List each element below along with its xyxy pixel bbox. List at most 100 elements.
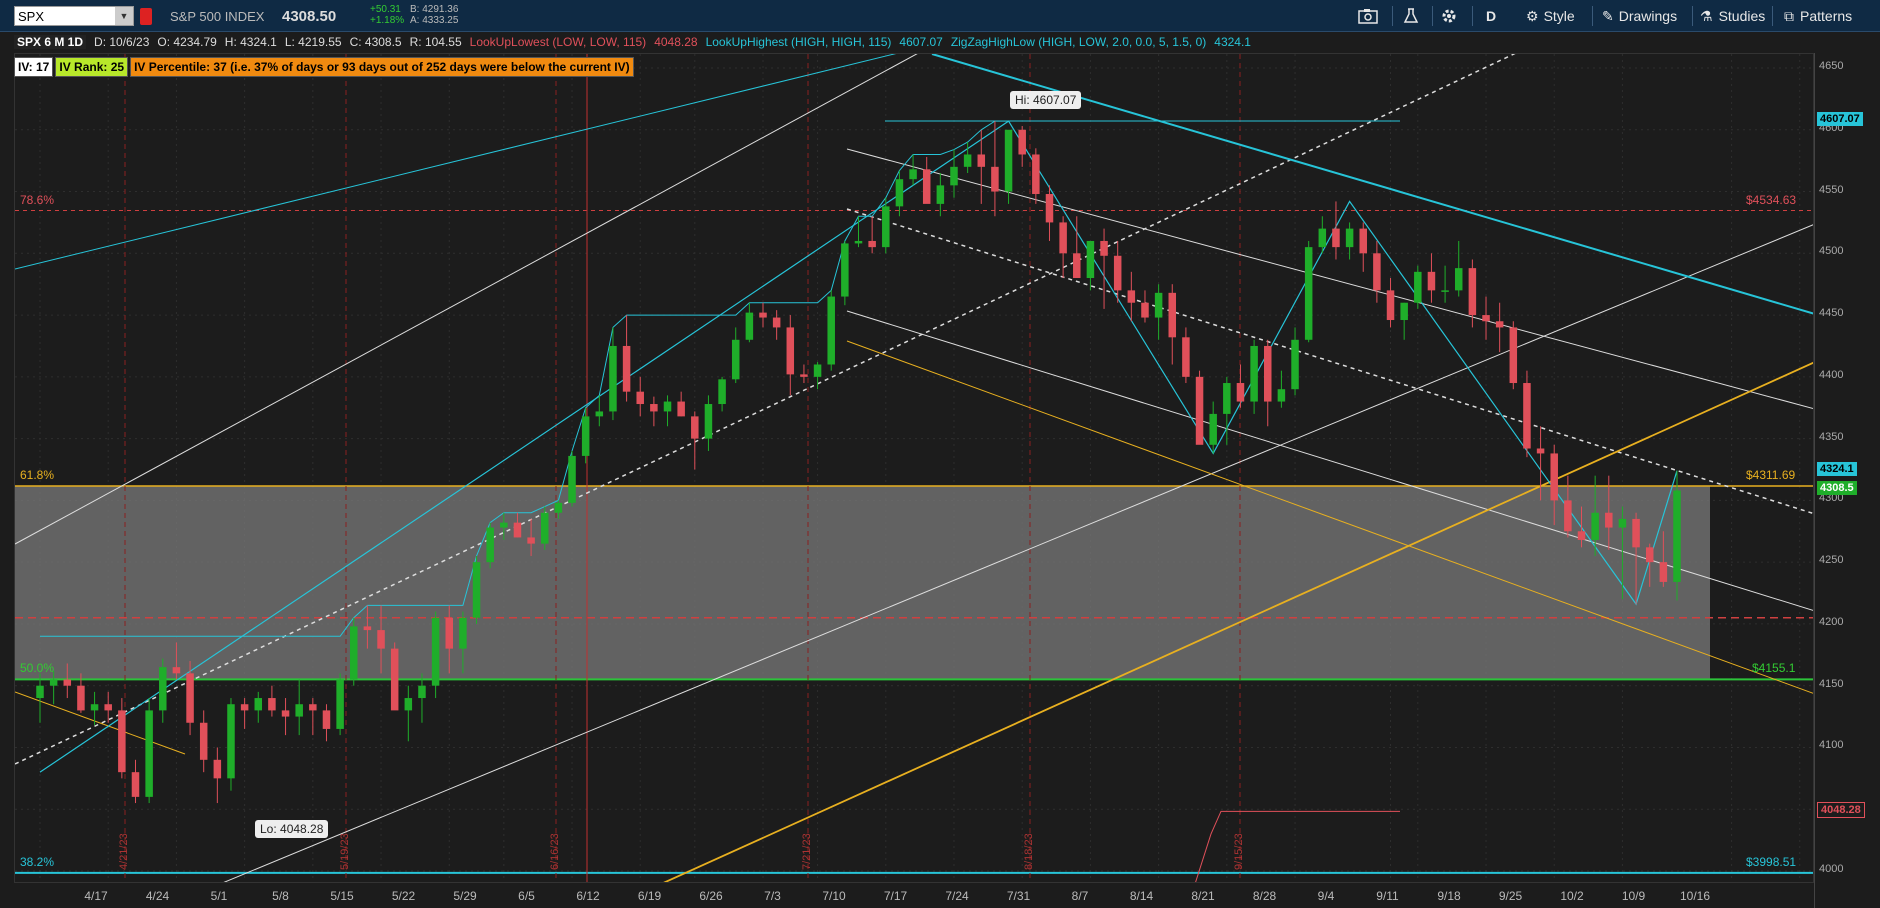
candle-body	[1441, 290, 1449, 292]
fib-786-value: $4534.63	[1746, 193, 1797, 207]
vertical-date-label: 8/18/23	[1023, 833, 1035, 870]
candle-body	[1454, 268, 1463, 291]
candle-body	[1414, 271, 1422, 303]
candle-body	[445, 617, 454, 649]
candle-body	[854, 240, 863, 244]
drawings-label: Drawings	[1618, 8, 1678, 24]
time-tick-label: 8/21	[1191, 889, 1215, 903]
time-tick-label: 6/5	[518, 889, 535, 903]
chart-panel[interactable]	[14, 53, 1814, 883]
candle-body	[186, 673, 194, 723]
candle-body	[1127, 290, 1136, 303]
studies-label: Studies	[1718, 8, 1766, 24]
iv-badge: IV: 17	[14, 57, 54, 77]
candle-body	[1223, 383, 1231, 414]
price-tick-label: 4200	[1819, 615, 1844, 628]
ohlc-open: O: 4234.79	[157, 35, 217, 49]
time-tick-label: 9/4	[1317, 889, 1335, 903]
candle-body	[63, 679, 72, 686]
ohlc-date: D: 10/6/23	[94, 35, 150, 49]
study-lookuphighest[interactable]: LookUpHighest (HIGH, HIGH, 115)	[706, 35, 892, 49]
candle-body	[827, 296, 835, 365]
snapshot-icon[interactable]	[1358, 4, 1378, 28]
symbol-input[interactable]	[15, 7, 115, 25]
candle-body	[1523, 383, 1531, 449]
symbol-selector[interactable]: ▼	[14, 6, 134, 26]
price-chart[interactable]	[15, 54, 1814, 883]
candle-body	[1577, 531, 1586, 540]
candle-body	[609, 345, 617, 412]
candle-body	[786, 327, 795, 375]
candle-body	[145, 710, 153, 797]
fib-618-value: $4311.69	[1746, 468, 1796, 482]
candle-body	[1400, 302, 1408, 321]
candle-body	[513, 522, 522, 538]
candle-body	[745, 312, 754, 340]
candle-body	[1045, 194, 1054, 223]
candle-body	[1100, 240, 1108, 256]
candle-body	[882, 206, 890, 248]
chevron-down-icon[interactable]: ▼	[115, 7, 133, 25]
candle-body	[1591, 512, 1599, 540]
aggregation-period-button[interactable]: D	[1486, 4, 1496, 28]
low-annotation: Lo: 4048.28	[255, 820, 329, 838]
gear-icon[interactable]	[1440, 4, 1458, 28]
candle-body	[1113, 255, 1122, 291]
candle-body	[1509, 327, 1518, 384]
candle-body	[459, 617, 467, 649]
study-lookuplowest-value: 4048.28	[654, 35, 698, 49]
candle-body	[390, 648, 399, 711]
time-tick-label: 6/19	[637, 889, 662, 903]
candle-body	[677, 401, 685, 417]
candle-body	[1304, 247, 1313, 340]
time-tick-label: 9/25	[1498, 889, 1523, 903]
drawings-button[interactable]: ✎ Drawings	[1602, 4, 1677, 28]
price-axis[interactable]: 4650 4600 4550 4500 4450 4400 4350 4300 4250 4200…	[1814, 53, 1880, 908]
style-button[interactable]: ⚙ Style	[1526, 4, 1575, 28]
candle-body	[650, 404, 658, 412]
candle-body	[554, 502, 563, 513]
vertical-date-label: 7/21/23	[801, 833, 813, 870]
candle-body	[527, 537, 535, 544]
time-tick-label: 7/3	[764, 889, 781, 903]
candle-body	[418, 685, 426, 699]
time-tick-label: 8/14	[1129, 889, 1154, 903]
time-tick-label: 9/11	[1376, 889, 1399, 903]
top-toolbar: ▼ S&P 500 INDEX 4308.50 +50.31 +1.18% B:…	[0, 0, 1880, 32]
dotted-downtrend-line	[846, 208, 1813, 515]
ohlc-range: R: 104.55	[409, 35, 462, 49]
study-lookuplowest[interactable]: LookUpLowest (LOW, LOW, 115)	[470, 35, 647, 49]
iv-percentile-badge: IV Percentile: 37 (i.e. 37% of days or 9…	[130, 57, 634, 77]
time-tick-label: 6/26	[699, 889, 723, 903]
price-tick-label: 4500	[1819, 245, 1844, 258]
candle-body	[1345, 228, 1354, 248]
fib-500-label: 50.0%	[20, 661, 55, 675]
candle-body	[991, 166, 999, 192]
time-tick-label: 10/9	[1621, 889, 1646, 903]
bid-ask: B: 4291.36 A: 4333.25	[410, 4, 458, 26]
candle-body	[1605, 512, 1613, 528]
price-tick-label: 4150	[1819, 677, 1844, 690]
candle-body	[540, 512, 549, 544]
time-tick-label: 10/16	[1679, 889, 1711, 903]
iv-rank-badge: IV Rank: 25	[55, 57, 129, 77]
alert-flag-icon[interactable]	[140, 8, 152, 25]
ohlc-close: C: 4308.5	[349, 35, 402, 49]
time-axis[interactable]: 4/17 4/24 5/1 5/8 5/15 5/22 5/29 6/5 6/12 6/19 6/2…	[14, 884, 1814, 908]
candle-body	[841, 243, 849, 297]
price-tag-last: 4308.5	[1817, 480, 1857, 495]
studies-button[interactable]: ⚗ Studies	[1700, 4, 1765, 28]
candle-body	[1154, 292, 1163, 318]
candle-body	[1468, 268, 1477, 316]
flask-icon[interactable]	[1402, 4, 1420, 28]
candle-body	[731, 339, 740, 380]
candle-body	[909, 169, 917, 180]
study-zigzag[interactable]: ZigZagHighLow (HIGH, LOW, 2.0, 0.0, 5, 1…	[951, 35, 1206, 49]
time-tick-label: 5/29	[453, 889, 477, 903]
pencil-icon: ✎	[1602, 7, 1614, 24]
candle-body	[800, 374, 808, 377]
candle-body	[1209, 413, 1217, 445]
candle-body	[1073, 253, 1081, 279]
candle-body	[1550, 453, 1558, 501]
patterns-button[interactable]: ⧉ Patterns	[1784, 4, 1852, 28]
